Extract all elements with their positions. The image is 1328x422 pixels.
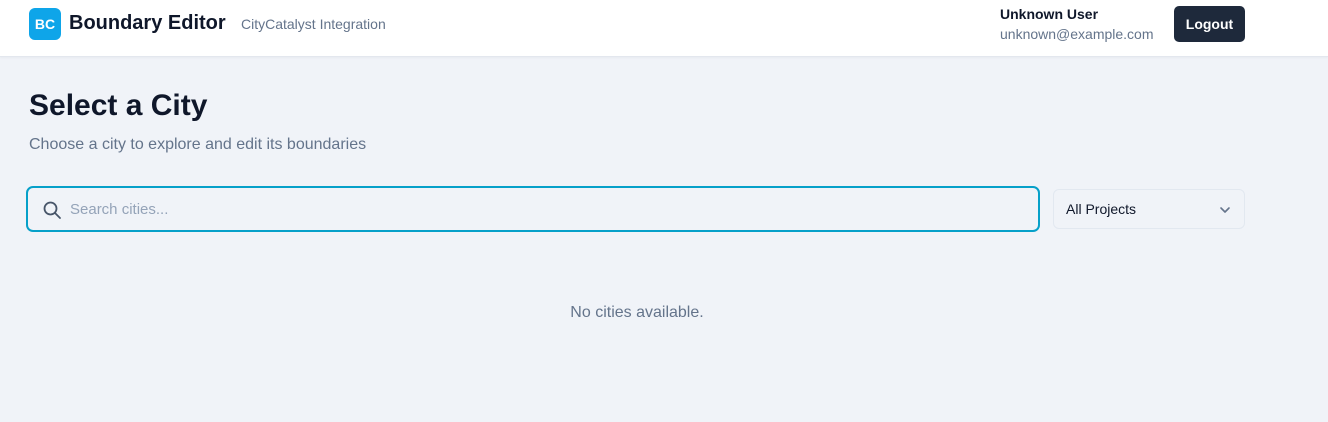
search-input[interactable] bbox=[70, 196, 1020, 222]
chevron-down-icon bbox=[1220, 207, 1230, 213]
empty-state-message: No cities available. bbox=[570, 304, 704, 321]
user-name: Unknown User bbox=[1000, 6, 1099, 22]
app-logo: BC bbox=[29, 8, 61, 40]
project-filter-select[interactable]: All Projects bbox=[1053, 189, 1245, 229]
page-description: Choose a city to explore and edit its bo… bbox=[29, 136, 367, 153]
app-header: BC Boundary Editor CityCatalyst Integrat… bbox=[0, 0, 1328, 57]
user-email: unknown@example.com bbox=[1000, 26, 1154, 42]
page-title: Select a City bbox=[29, 89, 208, 122]
search-icon bbox=[43, 201, 61, 219]
app-title: Boundary Editor bbox=[69, 12, 226, 34]
app-subtitle: CityCatalyst Integration bbox=[241, 16, 386, 32]
search-box[interactable] bbox=[26, 186, 1040, 232]
logout-button[interactable]: Logout bbox=[1174, 6, 1245, 42]
project-filter-value: All Projects bbox=[1066, 201, 1137, 217]
